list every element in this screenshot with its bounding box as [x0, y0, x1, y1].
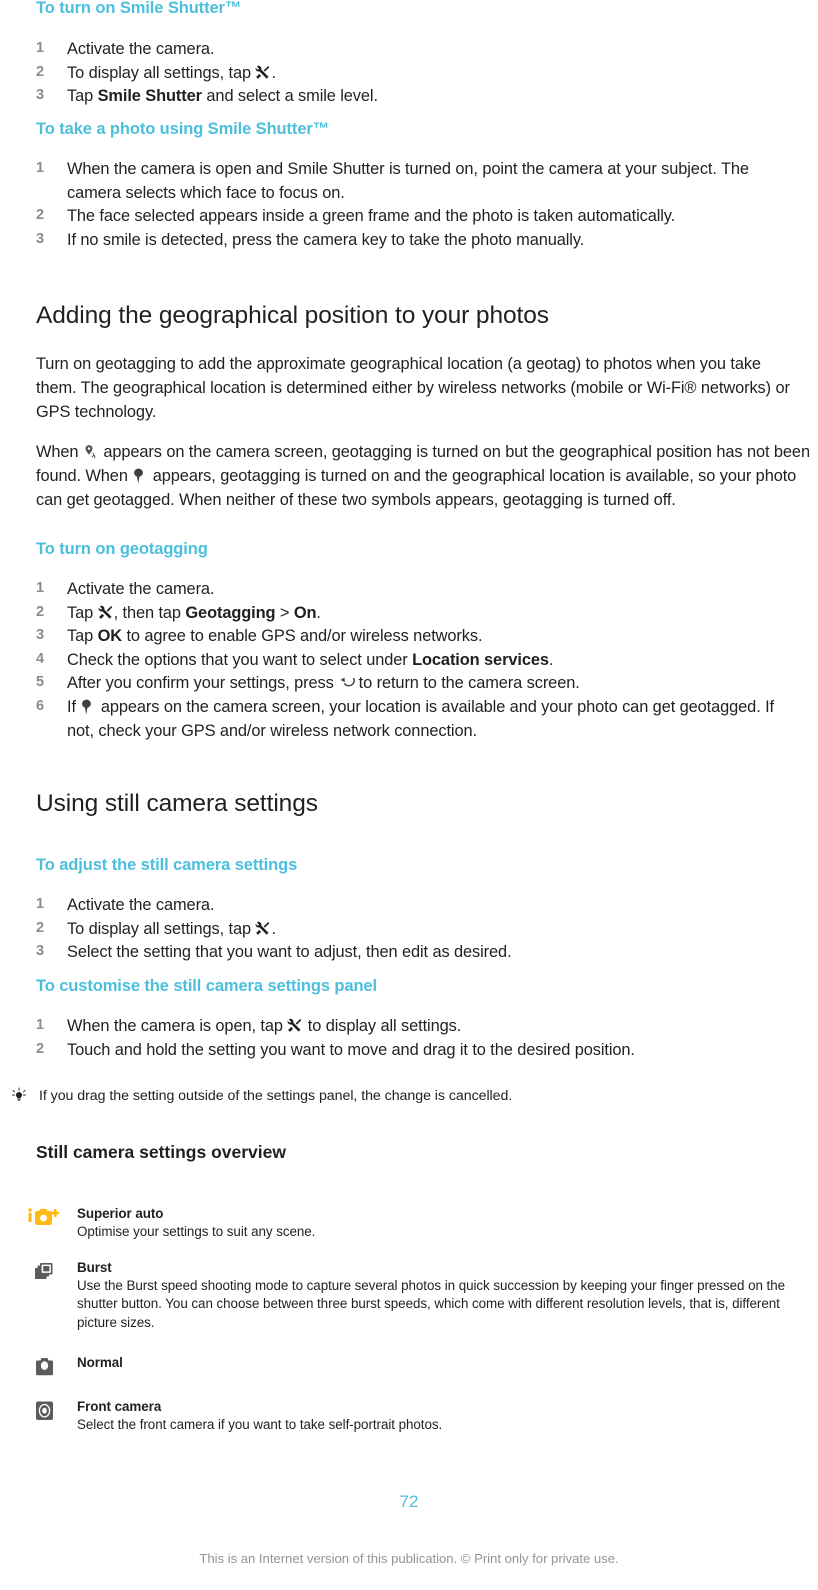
- geotag-searching-icon: [83, 444, 99, 460]
- step-item: Activate the camera.: [36, 38, 215, 59]
- steps-customise-settings-panel: When the camera is open, tap to display …: [36, 1015, 796, 1062]
- section-adjust-still-camera-settings: To adjust the still camera settings Acti…: [36, 856, 796, 965]
- section-turn-on-geotagging: To turn on geotagging Activate the camer…: [36, 540, 796, 743]
- subheading-turn-on-geotagging: To turn on geotagging: [36, 540, 208, 558]
- settings-overview-icon-cell: [30, 1259, 58, 1287]
- steps-smile-shutter-photo: When the camera is open and Smile Shutte…: [36, 158, 786, 253]
- geotag-found-pin-icon: [132, 468, 148, 484]
- tip-row: If you drag the setting outside of the s…: [10, 1087, 770, 1107]
- section-customise-settings-panel: To customise the still camera settings p…: [36, 977, 796, 1062]
- settings-overview-item-description: Optimise your settings to suit any scene…: [77, 1224, 316, 1240]
- step-item: Activate the camera.: [36, 894, 215, 915]
- step-item: When the camera is open and Smile Shutte…: [36, 158, 749, 202]
- steps-adjust-still-camera-settings: Activate the camera. To display all setti…: [36, 894, 796, 965]
- settings-overview-icon-cell: [30, 1354, 58, 1382]
- step-item: If appears on the camera screen, your lo…: [36, 696, 775, 740]
- geotagging-paragraph-1: Turn on geotagging to add the approximat…: [36, 355, 790, 421]
- step-item: To display all settings, tap .: [36, 918, 276, 939]
- page-number: 72: [399, 1492, 419, 1511]
- manual-page: To turn on Smile Shutter™ Activate the c…: [0, 0, 818, 1590]
- step-item: Tap , then tap Geotagging > On.: [36, 602, 321, 623]
- tip-text: If you drag the setting outside of the s…: [39, 1088, 513, 1104]
- emphasis-text: On: [293, 603, 317, 622]
- settings-overview-item-title: Superior auto: [77, 1206, 164, 1221]
- step-item: Select the setting that you want to adju…: [36, 941, 512, 962]
- settings-tools-icon: [98, 605, 114, 621]
- lightbulb-tip-icon: [10, 1087, 28, 1105]
- superior-auto-camera-icon: [28, 1207, 60, 1233]
- step-item: When the camera is open, tap to display …: [36, 1015, 462, 1036]
- settings-overview-icon-cell: [28, 1205, 60, 1233]
- step-item: If no smile is detected, press the camer…: [36, 229, 585, 250]
- back-arrow-icon: [338, 675, 356, 691]
- step-item: The face selected appears inside a green…: [36, 205, 676, 226]
- settings-overview-item: Normal: [30, 1354, 792, 1382]
- section-title-using-still-camera-settings: Using still camera settings: [36, 790, 318, 817]
- settings-overview-list: Superior auto Optimise your settings to s…: [28, 1205, 792, 1435]
- section-smile-shutter-on: To turn on Smile Shutter™ Activate the c…: [36, 0, 786, 109]
- settings-overview-item-description: Select the front camera if you want to t…: [77, 1417, 443, 1433]
- geotagging-paragraph-2: When appears on the camera screen, geota…: [36, 443, 810, 509]
- normal-camera-icon: [35, 1356, 54, 1382]
- section-title-geotagging: Adding the geographical position to your…: [36, 302, 549, 329]
- settings-overview-text-cell: Normal: [77, 1354, 792, 1372]
- step-item: Touch and hold the setting you want to m…: [36, 1039, 635, 1060]
- emphasis-text: OK: [97, 627, 122, 646]
- settings-overview-item: Superior auto Optimise your settings to s…: [28, 1205, 792, 1242]
- settings-overview-text-cell: Superior auto Optimise your settings to s…: [77, 1205, 792, 1242]
- settings-overview-text-cell: Burst Use the Burst speed shooting mode t…: [77, 1259, 792, 1333]
- step-item: Check the options that you want to selec…: [36, 649, 554, 670]
- section-title-settings-overview: Still camera settings overview: [36, 1142, 286, 1162]
- settings-tools-icon: [287, 1018, 303, 1034]
- settings-overview-text-cell: Front camera Select the front camera if y…: [77, 1398, 792, 1435]
- subheading-customise-settings-panel: To customise the still camera settings p…: [36, 977, 377, 995]
- step-item: To display all settings, tap .: [36, 62, 276, 83]
- emphasis-text: Smile Shutter: [97, 87, 202, 106]
- burst-stack-icon: [34, 1261, 55, 1287]
- emphasis-text: Geotagging: [185, 603, 276, 622]
- settings-overview-item-description: Use the Burst speed shooting mode to cap…: [77, 1277, 785, 1330]
- settings-overview-item: Burst Use the Burst speed shooting mode t…: [30, 1259, 792, 1333]
- section-smile-shutter-photo: To take a photo using Smile Shutter™ Whe…: [36, 120, 786, 252]
- geotag-found-pin-icon: [80, 699, 96, 715]
- settings-overview-item-title: Front camera: [77, 1399, 162, 1415]
- section-geotagging: Adding the geographical position to your…: [36, 302, 810, 512]
- settings-overview-item: Front camera Select the front camera if y…: [30, 1398, 792, 1435]
- section-still-camera-settings-overview: Still camera settings overview: [36, 1142, 796, 1163]
- step-item: After you confirm your settings, press t…: [36, 672, 580, 693]
- settings-overview-item-title: Burst: [77, 1259, 112, 1275]
- settings-overview-icon-cell: [30, 1398, 58, 1426]
- page-footnote: This is an Internet version of this publ…: [199, 1551, 619, 1566]
- steps-turn-on-geotagging: Activate the camera. Tap , then tap Geota…: [36, 578, 796, 743]
- settings-tools-icon: [255, 65, 271, 81]
- settings-tools-icon: [255, 921, 271, 937]
- settings-overview-item-title: Normal: [77, 1355, 123, 1371]
- subheading-adjust-still-camera-settings: To adjust the still camera settings: [36, 856, 298, 874]
- emphasis-text: Location services: [412, 650, 549, 669]
- steps-smile-shutter-on: Activate the camera. To display all setti…: [36, 38, 786, 109]
- subheading-smile-shutter-on: To turn on Smile Shutter™: [36, 0, 242, 17]
- step-item: Activate the camera.: [36, 578, 215, 599]
- subheading-smile-shutter-photo: To take a photo using Smile Shutter™: [36, 120, 330, 138]
- front-camera-icon: [35, 1400, 54, 1426]
- section-using-still-camera-settings: Using still camera settings: [36, 790, 796, 817]
- step-item: Tap Smile Shutter and select a smile lev…: [36, 85, 378, 106]
- step-item: Tap OK to agree to enable GPS and/or wir…: [36, 625, 483, 646]
